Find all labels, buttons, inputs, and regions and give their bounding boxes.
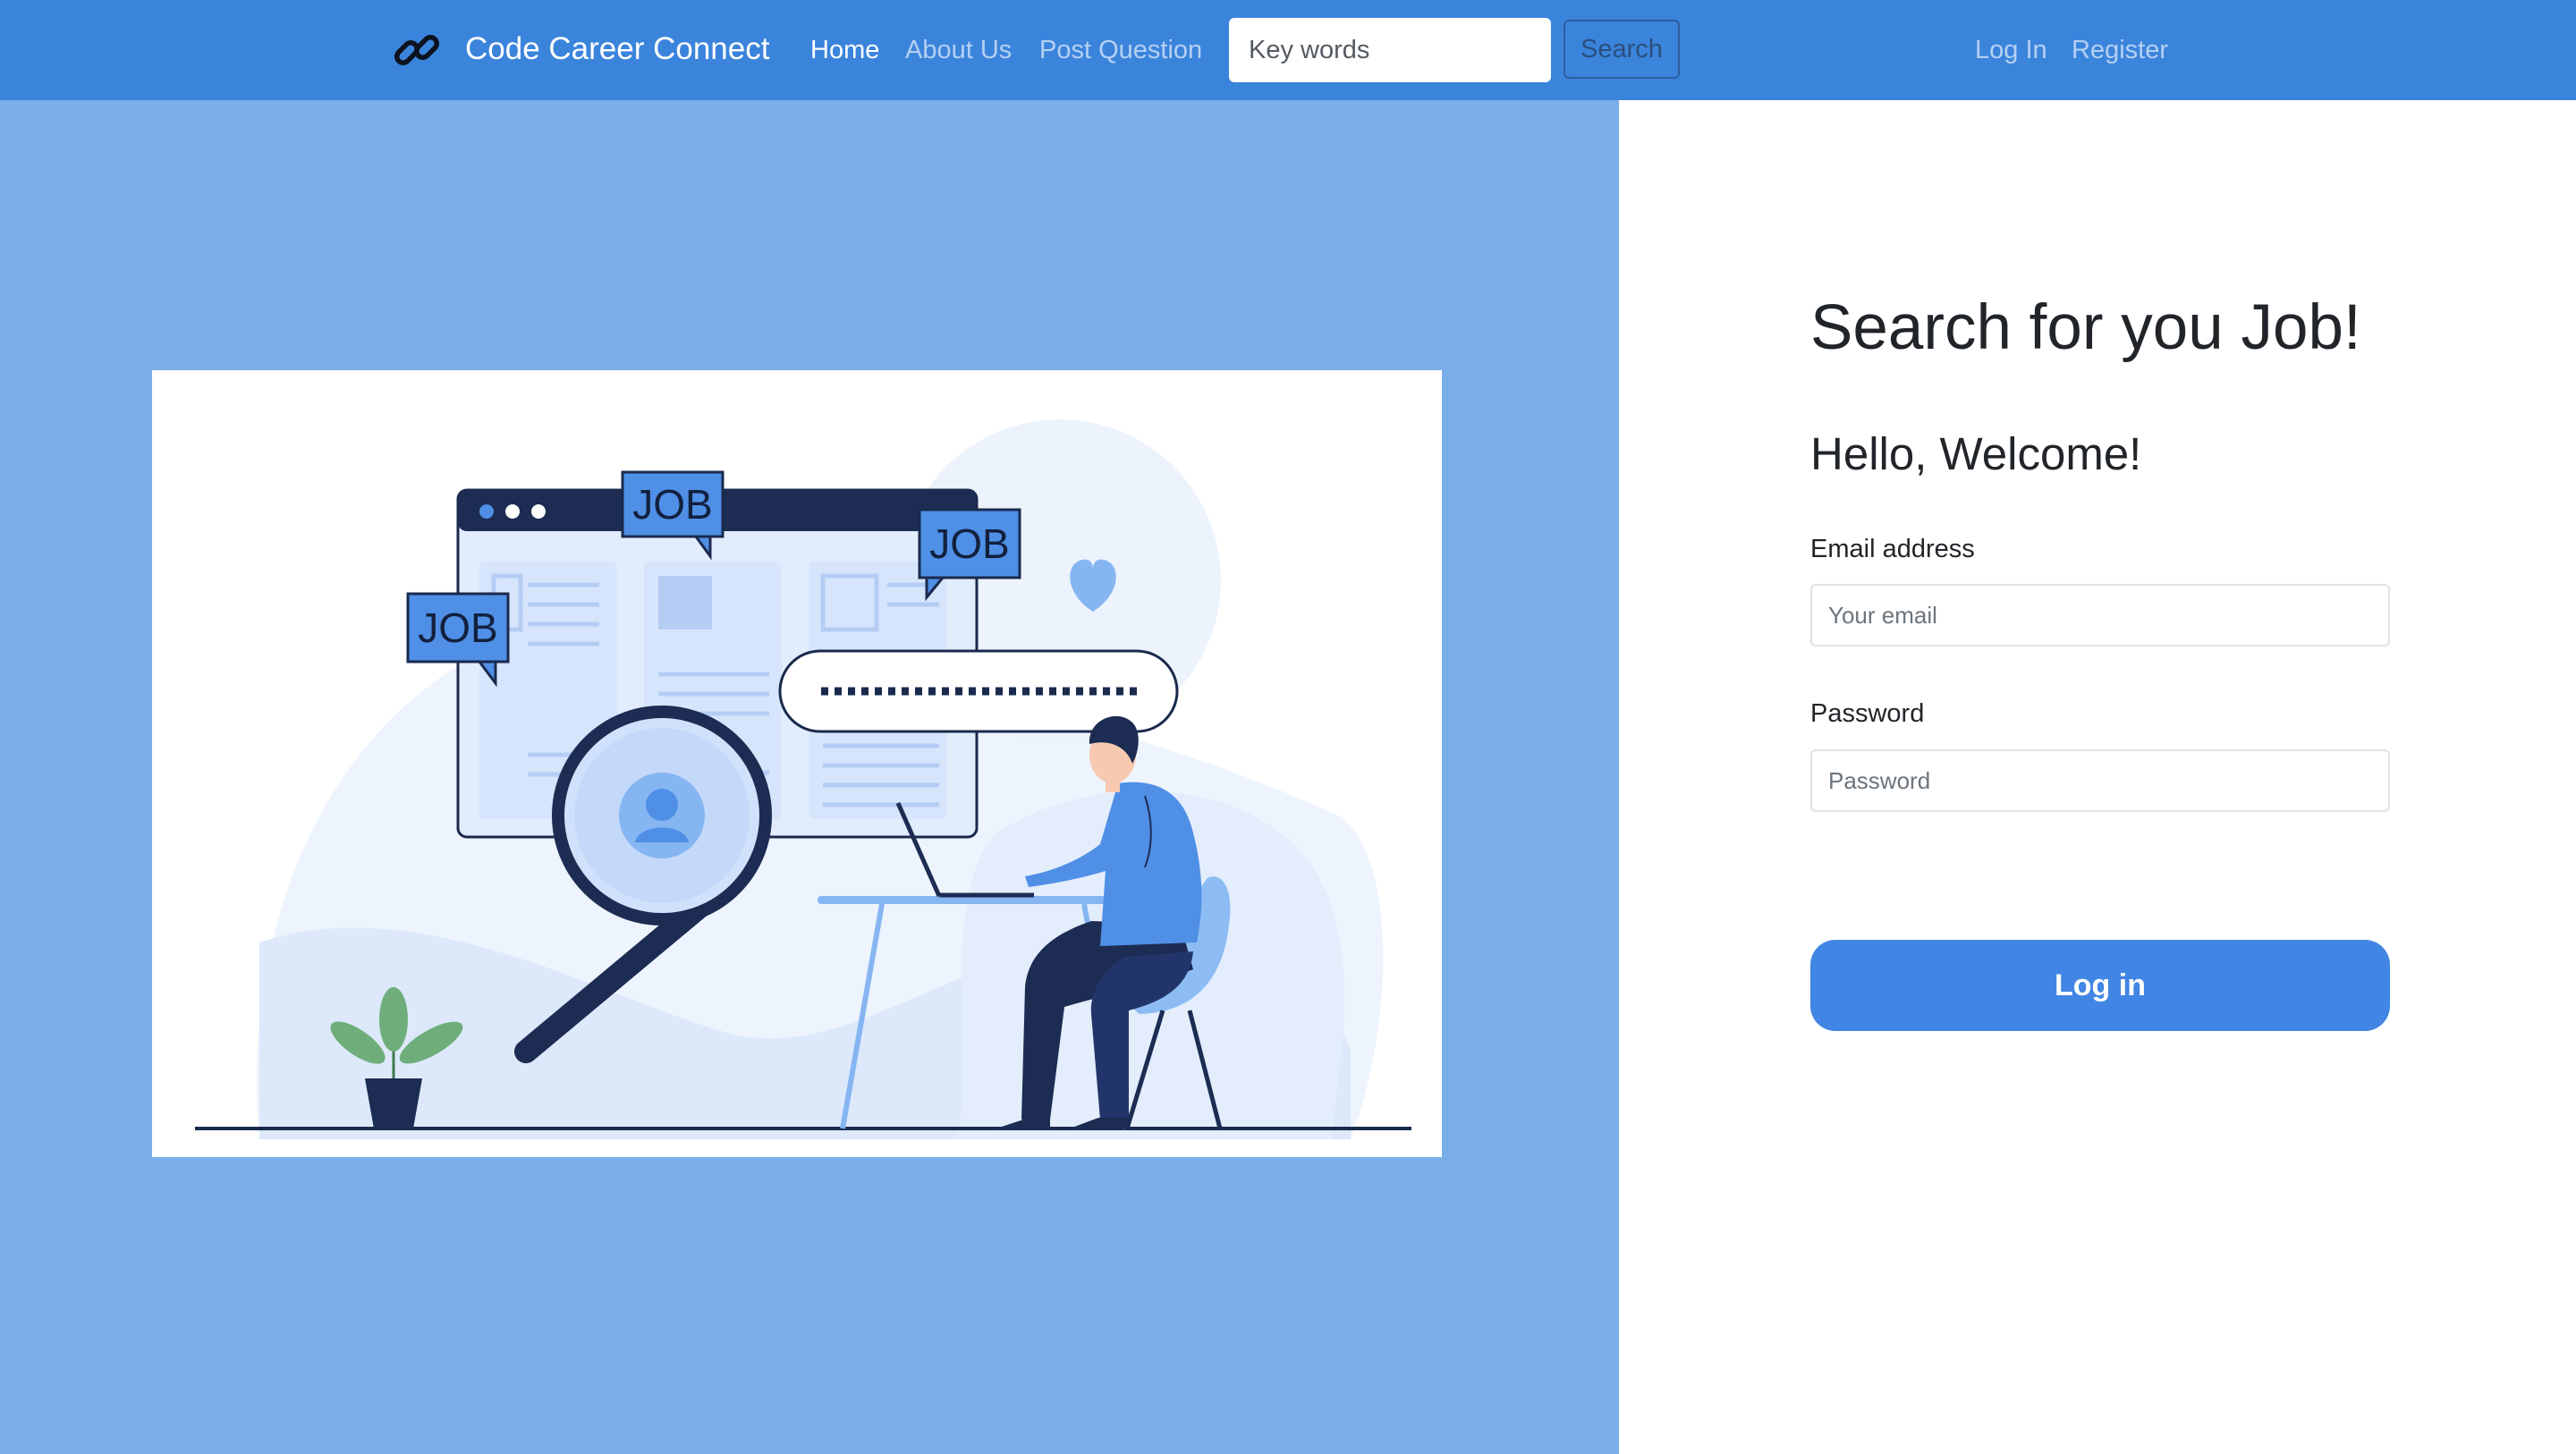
nav-link-register[interactable]: Register (2072, 30, 2168, 70)
hero-panel: JOB JOB JOB (0, 100, 1619, 1454)
email-label: Email address (1810, 535, 1975, 563)
svg-text:JOB: JOB (418, 604, 497, 651)
svg-text:JOB: JOB (929, 520, 1009, 567)
brand-name[interactable]: Code Career Connect (465, 27, 769, 72)
link-chain-icon (394, 35, 439, 65)
page-title: Search for you Job! (1810, 292, 2361, 363)
search-input[interactable] (1229, 18, 1551, 82)
search-button[interactable]: Search (1563, 20, 1680, 79)
user-avatar-icon (619, 773, 705, 858)
email-field[interactable] (1810, 584, 2390, 647)
login-button[interactable]: Log in (1810, 940, 2390, 1031)
job-search-illustration: JOB JOB JOB (152, 370, 1442, 1157)
password-label: Password (1810, 699, 1925, 728)
nav-link-about-us[interactable]: About Us (905, 30, 1012, 70)
welcome-heading: Hello, Welcome! (1810, 428, 2142, 479)
nav-link-log-in[interactable]: Log In (1975, 30, 2047, 70)
login-panel: Search for you Job! Hello, Welcome! Emai… (1619, 100, 2576, 1454)
password-field[interactable] (1810, 749, 2390, 812)
navbar: Code Career Connect Home About Us Post Q… (0, 0, 2576, 100)
brand-logo[interactable] (390, 23, 444, 77)
nav-link-home[interactable]: Home (810, 30, 879, 70)
nav-link-post-question[interactable]: Post Question (1039, 30, 1202, 70)
svg-text:JOB: JOB (632, 481, 712, 528)
